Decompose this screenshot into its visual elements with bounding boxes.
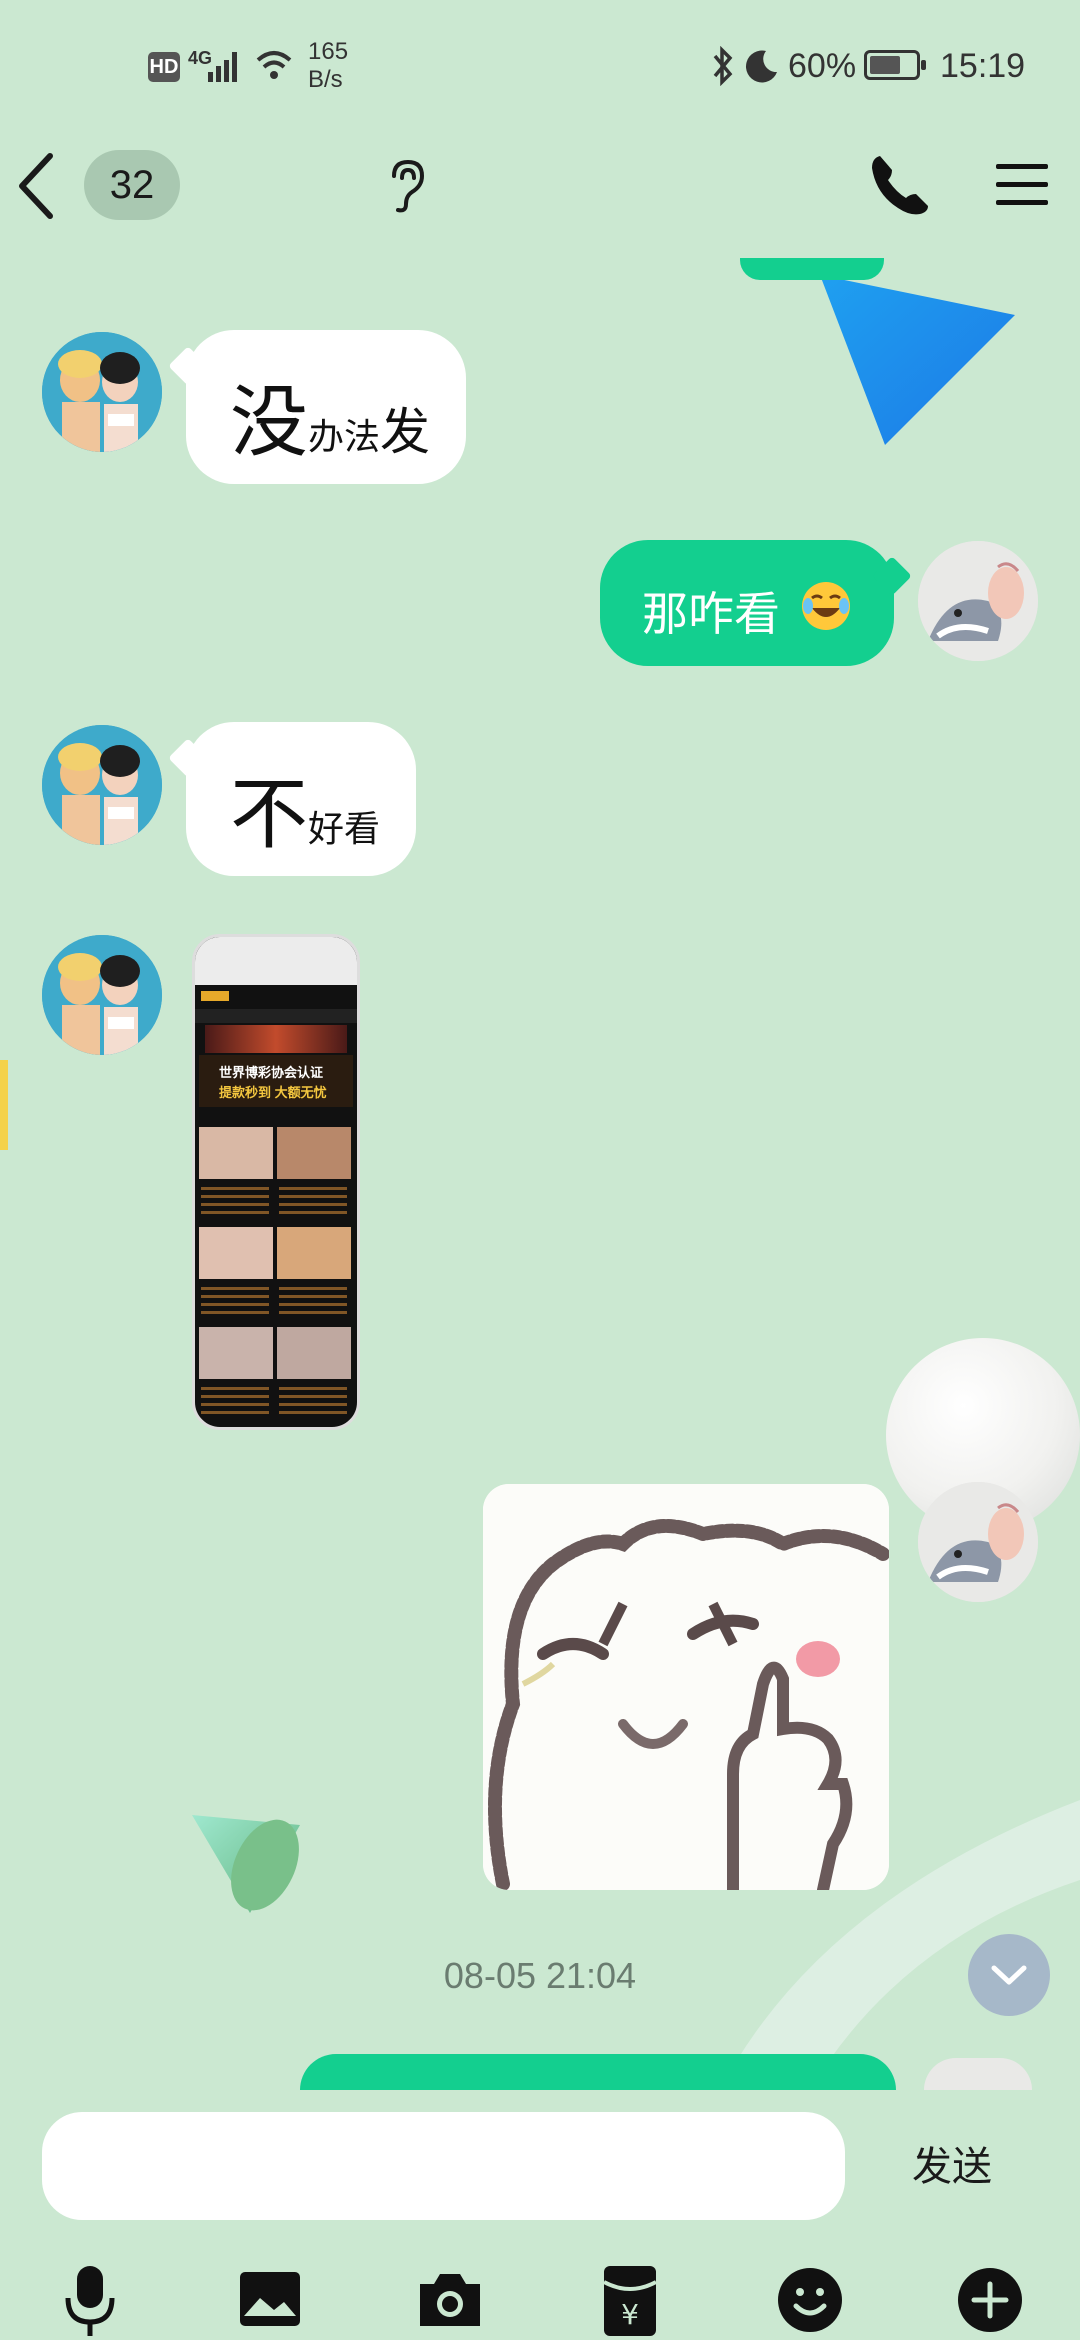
contact-avatar[interactable]: [42, 332, 162, 452]
scroll-to-bottom-button[interactable]: [968, 1934, 1050, 2016]
phone-call-icon[interactable]: [866, 150, 936, 220]
ear-icon[interactable]: [384, 156, 428, 216]
emoji-icon[interactable]: [770, 2260, 850, 2340]
image-icon[interactable]: [230, 2260, 310, 2340]
moon-icon: [745, 50, 777, 83]
decorative-blue-cone: [820, 275, 1015, 445]
composer: 发送 ¥: [0, 2090, 1080, 2340]
wifi-icon: [256, 51, 292, 79]
red-packet-icon[interactable]: ¥: [590, 2260, 670, 2340]
incoming-message[interactable]: 没办法发: [186, 330, 466, 484]
image-message-screenshot[interactable]: 世界博彩协会认证 提款秒到 大额无忧: [192, 934, 360, 1430]
message-input[interactable]: [42, 2112, 845, 2220]
bluetooth-icon: [713, 46, 733, 86]
contact-avatar[interactable]: [42, 725, 162, 845]
message-text: 那咋看: [642, 588, 780, 640]
outgoing-message[interactable]: 那咋看: [600, 540, 894, 666]
incoming-message[interactable]: 不好看: [186, 722, 416, 876]
decorative-yellow-edge: [0, 1060, 8, 1150]
message-text-small: 好看: [308, 808, 381, 849]
chevron-down-icon: [991, 1965, 1027, 1985]
camera-icon[interactable]: [410, 2260, 490, 2340]
screenshot-banner-line1: 世界博彩协会认证: [219, 1065, 324, 1080]
decorative-green-pill: [740, 258, 884, 280]
battery-percent: 60%: [788, 47, 857, 85]
battery-icon: [864, 50, 926, 80]
message-text-large: 没: [230, 378, 309, 466]
status-bar: HD 4G 165 B/s 60% 15:19: [0, 0, 1080, 130]
menu-icon[interactable]: [994, 160, 1050, 210]
back-arrow-icon[interactable]: [14, 150, 58, 222]
microphone-icon[interactable]: [50, 2260, 130, 2340]
message-text-large: 不: [230, 770, 309, 858]
unread-count-badge[interactable]: 32: [84, 150, 180, 220]
send-button[interactable]: 发送: [882, 2132, 1022, 2202]
net-speed-unit: B/s: [308, 66, 343, 93]
signal-icon: [208, 52, 237, 82]
decorative-green-cone: [192, 1815, 300, 1913]
sticker-message[interactable]: [483, 1484, 889, 1890]
message-text-medium: 发: [380, 404, 431, 460]
contact-avatar[interactable]: [42, 935, 162, 1055]
message-text-small: 办法: [308, 416, 381, 457]
screenshot-banner-line2: 提款秒到 大额无忧: [219, 1085, 327, 1100]
message-timestamp: 08-05 21:04: [443, 1955, 637, 1996]
hd-badge: HD: [148, 52, 180, 82]
my-avatar[interactable]: [918, 541, 1038, 661]
plus-icon[interactable]: [950, 2260, 1030, 2340]
outgoing-message-partial[interactable]: [300, 2054, 896, 2090]
my-avatar[interactable]: [918, 1482, 1038, 1602]
clock: 15:19: [940, 47, 1026, 85]
svg-text:¥: ¥: [621, 2298, 639, 2331]
chat-header: 32: [0, 130, 1080, 240]
my-avatar-partial[interactable]: [924, 2058, 1032, 2090]
laughing-emoji-icon: [802, 582, 850, 630]
net-speed-value: 165: [308, 38, 349, 65]
